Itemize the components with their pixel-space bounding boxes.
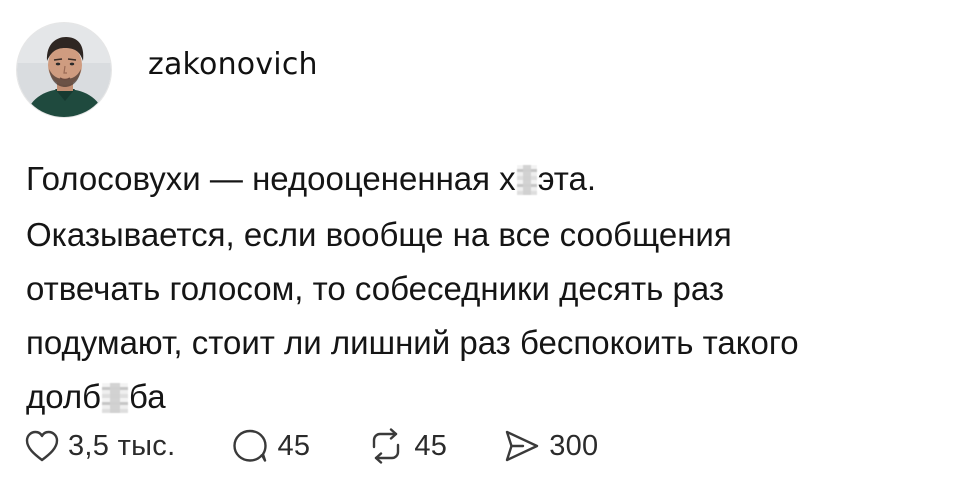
avatar[interactable]	[16, 22, 112, 118]
censor-blur	[516, 165, 537, 195]
post-line-1: Голосовухи — недооцененная х эта.	[26, 152, 946, 206]
post-line-4: подумают, стоит ли лишний раз беспокоить…	[26, 324, 799, 361]
post-card: zakonovich Голосовухи — недооцененная х э…	[0, 0, 960, 485]
post-text-fragment: Голосовухи — недооцененная х	[26, 160, 516, 197]
share-count: 300	[549, 429, 599, 462]
avatar-image	[17, 23, 111, 117]
heart-icon	[25, 430, 59, 462]
send-icon	[505, 430, 539, 462]
post-text-fragment: эта.	[537, 160, 597, 197]
post-header: zakonovich	[16, 22, 318, 118]
repost-button[interactable]: 45	[366, 428, 447, 464]
post-line-5: долб ба	[26, 370, 946, 424]
share-button[interactable]: 300	[503, 428, 598, 464]
like-button[interactable]: 3,5 тыс.	[24, 429, 175, 463]
username[interactable]: zakonovich	[148, 47, 318, 82]
post-text-fragment: ба	[129, 378, 166, 415]
post-actions: 3,5 тыс. 45 45 300	[24, 424, 654, 468]
post-text: Голосовухи — недооцененная х эта. Оказыва…	[26, 152, 946, 424]
repost-arrows-icon	[373, 428, 400, 464]
repost-count: 45	[414, 429, 448, 462]
speech-bubble-icon	[233, 429, 268, 462]
post-text-fragment: долб	[26, 378, 102, 415]
comment-button[interactable]: 45	[231, 428, 310, 464]
post-line-2: Оказывается, если вообще на все сообщени…	[26, 216, 732, 253]
post-line-3: отвечать голосом, то собеседники десять …	[26, 270, 724, 307]
censor-blur	[102, 383, 129, 413]
like-count: 3,5 тыс.	[68, 429, 176, 462]
comment-count: 45	[277, 429, 311, 462]
